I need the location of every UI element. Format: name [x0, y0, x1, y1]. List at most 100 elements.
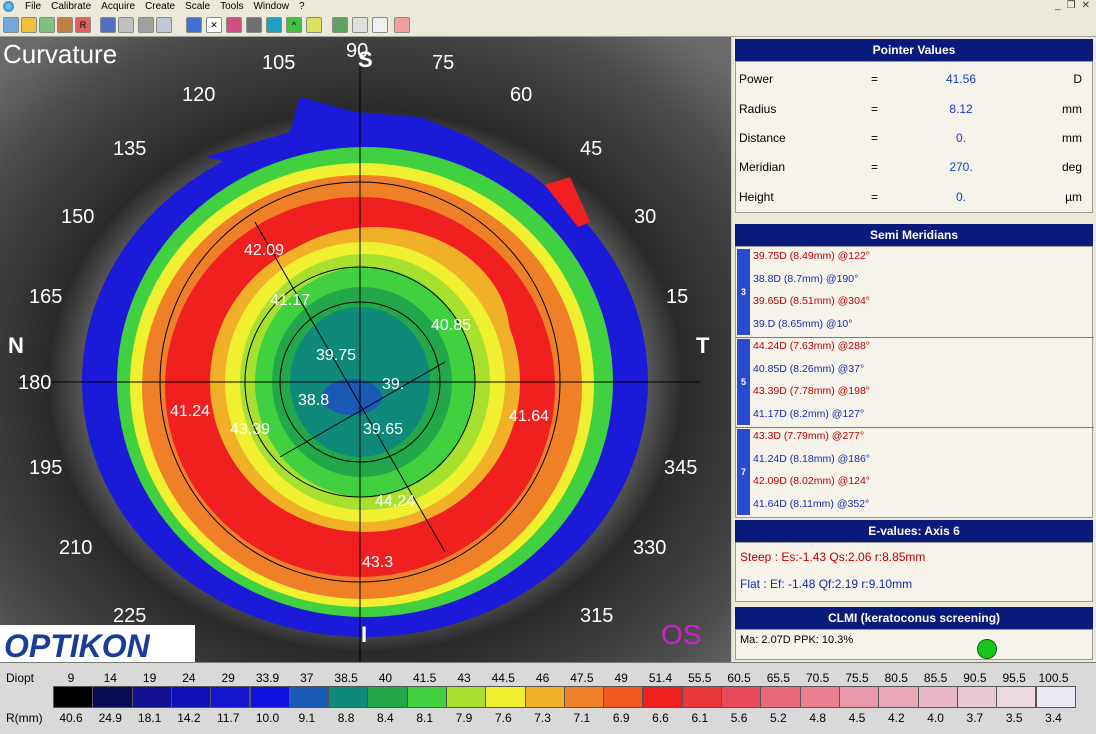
legend-swatch	[131, 686, 172, 708]
radius-row-label: R(mm)	[6, 711, 43, 725]
restore-icon[interactable]: ❐	[1067, 0, 1076, 11]
print-icon[interactable]	[138, 17, 154, 33]
legend-swatch	[367, 686, 408, 708]
evalues-header: E-values: Axis 6	[735, 520, 1093, 542]
menu-file[interactable]: File	[20, 1, 46, 13]
meridian-315: 315	[580, 605, 613, 627]
grid-icon[interactable]	[332, 17, 348, 33]
legend-swatch	[524, 686, 565, 708]
brand-logo: OPTIKON	[4, 628, 151, 662]
ring-value: 40.85	[431, 317, 471, 334]
orientation-inferior: I	[361, 622, 367, 647]
pointer-value: 41.56	[945, 72, 977, 86]
meridian-120: 120	[182, 84, 215, 106]
arrow-up-icon[interactable]: ^	[286, 17, 302, 33]
semi-meridian-row: 41.64D (8.11mm) @352°	[753, 498, 870, 510]
legend-radius-value: 6.6	[652, 711, 669, 725]
camera-icon[interactable]	[21, 17, 37, 33]
legend-swatch	[603, 686, 644, 708]
curvature-map-viewer[interactable]: 90 105 120 135 150 165 180 195 210 225 3…	[0, 37, 731, 662]
pointer-label: Height	[739, 190, 774, 204]
menu-scale[interactable]: Scale	[180, 1, 215, 13]
clmi-header: CLMI (keratoconus screening)	[735, 607, 1093, 629]
legend-diopt-value: 37	[300, 671, 314, 685]
legend-swatch	[170, 686, 212, 708]
pointer-eq: =	[871, 102, 879, 116]
record-icon[interactable]: R	[75, 17, 91, 33]
histogram-icon[interactable]	[394, 17, 410, 33]
pointer-value: 0.	[955, 190, 966, 204]
menu-tools[interactable]: Tools	[215, 1, 248, 13]
legend-swatch	[92, 686, 133, 708]
globe-icon[interactable]	[266, 17, 282, 33]
pointer-row-height: Height = 0. µm	[736, 190, 1094, 206]
pointer-row-distance: Distance = 0. mm	[736, 131, 1094, 147]
ring-value: 43.3	[362, 554, 393, 571]
print-preview-icon[interactable]	[156, 17, 172, 33]
close-view-icon[interactable]: ✕	[206, 17, 222, 33]
pointer-unit: mm	[1062, 102, 1082, 116]
map-title: Curvature	[3, 39, 117, 69]
semi-meridian-row: 39.D (8.65mm) @10°	[753, 318, 853, 330]
legend-swatch	[446, 686, 487, 708]
legend-swatch	[642, 686, 683, 708]
eye-icon[interactable]	[226, 17, 242, 33]
edit-icon[interactable]	[39, 17, 55, 33]
meridian-60: 60	[510, 84, 532, 106]
pointer-eq: =	[871, 190, 879, 204]
semi-meridian-row: 42.09D (8.02mm) @124°	[753, 475, 870, 487]
legend-swatch	[721, 686, 762, 708]
legend-diopt-value: 41.5	[413, 671, 437, 685]
legend-radius-value: 6.1	[691, 711, 709, 725]
legend-diopt-value: 43	[457, 671, 471, 685]
semi-meridians-header: Semi Meridians	[735, 224, 1093, 246]
save-icon[interactable]	[100, 17, 116, 33]
menu-help[interactable]: ?	[294, 1, 310, 13]
clmi-values: Ma: 2.07D PPK: 10.3%	[740, 634, 854, 646]
meridian-180: 180	[18, 372, 51, 394]
legend-swatch	[328, 686, 369, 708]
legend-swatch	[839, 686, 880, 708]
legend-radius-value: 10.0	[255, 711, 280, 725]
legend-radius-value: 7.6	[494, 711, 512, 725]
legend-diopt-value: 19	[142, 671, 157, 685]
semi-meridian-row: 43.3D (7.79mm) @277°	[753, 430, 865, 442]
orientation-nasal: N	[8, 333, 24, 358]
compare-icon[interactable]	[372, 17, 388, 33]
legend-swatch	[210, 686, 251, 708]
meridian-15: 15	[666, 286, 688, 308]
semi-meridian-row: 38.8D (8.7mm) @190°	[753, 273, 859, 285]
patient-icon[interactable]	[57, 17, 73, 33]
menu-window[interactable]: Window	[248, 1, 294, 13]
status-indicator-icon	[977, 639, 997, 659]
legend-radius-value: 24.9	[98, 711, 122, 725]
radiation-icon[interactable]	[246, 17, 262, 33]
legend-swatch	[563, 686, 605, 708]
split-view-icon[interactable]	[186, 17, 202, 33]
ring-value: 42.09	[244, 242, 284, 259]
curvature-map[interactable]: 90 105 120 135 150 165 180 195 210 225 3…	[0, 37, 731, 662]
evalues-panel: Steep : Es:-1.43 Qs:2.06 r:8.85mm Flat :…	[735, 542, 1093, 602]
app-logo-icon	[3, 1, 14, 12]
minimize-icon[interactable]: _	[1055, 0, 1061, 11]
meridian-195: 195	[29, 457, 62, 479]
meridian-105: 105	[262, 52, 295, 74]
ring-value: 41.24	[170, 403, 210, 420]
orientation-temporal: T	[696, 333, 710, 358]
pointer-row-meridian: Meridian = 270. deg	[736, 160, 1094, 176]
legend-radius-value: 3.5	[1005, 711, 1023, 725]
legend-swatch	[956, 686, 998, 708]
menu-create[interactable]: Create	[140, 1, 180, 13]
menu-acquire[interactable]: Acquire	[96, 1, 140, 13]
ring-value: 41.17	[270, 292, 310, 309]
close-icon[interactable]: ✕	[1082, 0, 1090, 11]
wave-icon[interactable]	[306, 17, 322, 33]
legend-diopt-value: 9	[67, 671, 75, 685]
pointer-value: 8.12	[949, 102, 973, 116]
legend-radius-value: 8.1	[416, 711, 434, 725]
table-icon[interactable]	[352, 17, 368, 33]
menu-calibrate[interactable]: Calibrate	[46, 1, 96, 13]
open-icon[interactable]	[3, 17, 19, 33]
legend-swatch	[799, 686, 840, 708]
meridian-150: 150	[61, 206, 94, 228]
